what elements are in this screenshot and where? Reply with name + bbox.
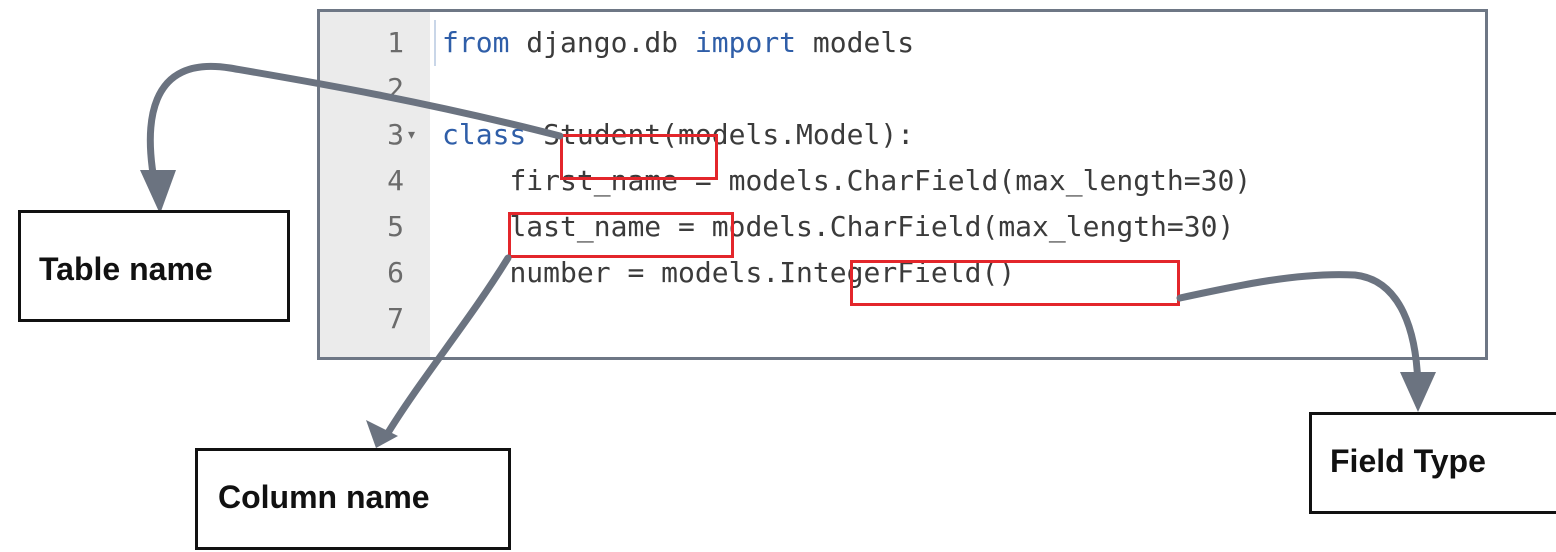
column-name-label-box: Column name [195,448,511,550]
table-name-label-box: Table name [18,210,290,322]
column-name-label: Column name [218,479,430,515]
arrowhead-field [1400,372,1436,412]
arrow-field-type [1176,271,1422,398]
field-type-label-box: Field Type [1309,412,1556,514]
table-name-label: Table name [39,251,213,287]
arrowhead-table [140,170,176,214]
arrow-column-name [382,254,512,440]
field-type-label: Field Type [1330,443,1486,479]
arrow-table-name [146,62,564,204]
